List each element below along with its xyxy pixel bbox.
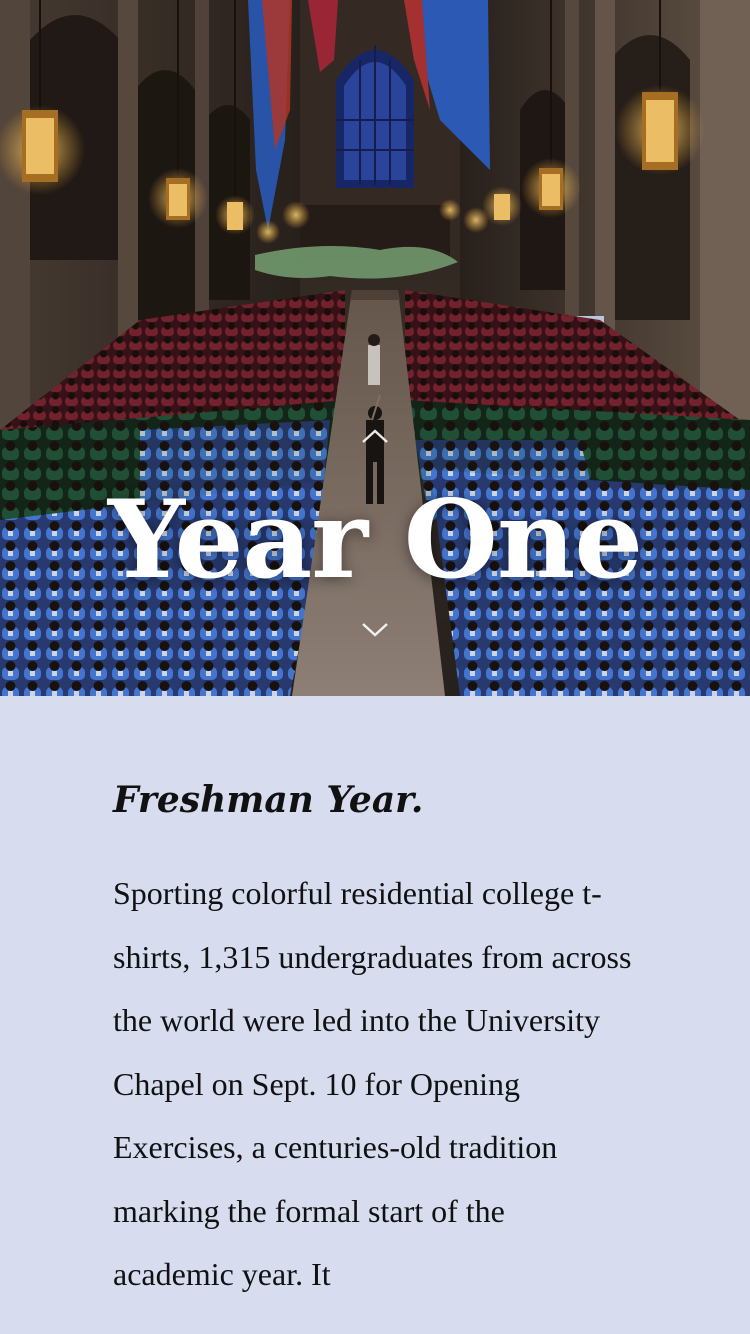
hero-title: Year One	[107, 477, 643, 603]
hero-section: Year One	[0, 0, 750, 696]
article-section: Freshman Year. Sporting colorful residen…	[0, 696, 750, 1334]
chevron-down-icon[interactable]	[355, 618, 395, 642]
section-heading: Freshman Year.	[113, 779, 424, 821]
page: Year One Freshman Year. Sporting colorfu…	[0, 0, 750, 1334]
article-body: Sporting colorful residential college t-…	[113, 875, 632, 1292]
chevron-up-icon[interactable]	[355, 424, 395, 448]
